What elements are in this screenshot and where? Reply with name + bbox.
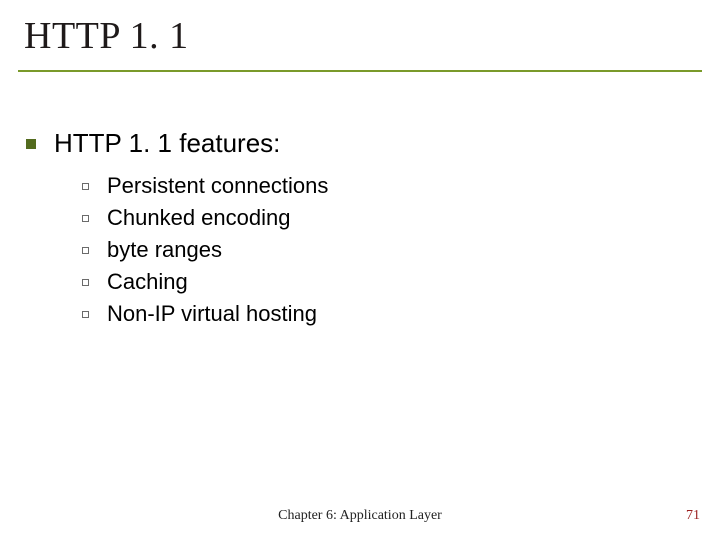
hollow-square-bullet-icon (82, 215, 89, 222)
footer-page-number: 71 (686, 508, 700, 524)
slide: HTTP 1. 1 HTTP 1. 1 features: Persistent… (0, 0, 720, 540)
hollow-square-bullet-icon (82, 279, 89, 286)
list-item: byte ranges (82, 237, 680, 263)
list-item-text: Non-IP virtual hosting (107, 301, 317, 327)
square-bullet-icon (26, 139, 36, 149)
list-item: Non-IP virtual hosting (82, 301, 680, 327)
list-item: Chunked encoding (82, 205, 680, 231)
list-item-text: byte ranges (107, 237, 222, 263)
level1-item: HTTP 1. 1 features: Persistent connectio… (26, 128, 680, 327)
level2-list: Persistent connections Chunked encoding … (82, 173, 680, 327)
title-underline (18, 70, 702, 72)
footer-chapter: Chapter 6: Application Layer (0, 508, 720, 524)
list-item-text: Persistent connections (107, 173, 328, 199)
level1-text: HTTP 1. 1 features: (54, 128, 280, 159)
hollow-square-bullet-icon (82, 311, 89, 318)
hollow-square-bullet-icon (82, 247, 89, 254)
list-item: Caching (82, 269, 680, 295)
list-item-text: Chunked encoding (107, 205, 290, 231)
slide-body: HTTP 1. 1 features: Persistent connectio… (26, 128, 680, 345)
list-item: Persistent connections (82, 173, 680, 199)
list-item-text: Caching (107, 269, 188, 295)
hollow-square-bullet-icon (82, 183, 89, 190)
slide-title: HTTP 1. 1 (24, 14, 189, 58)
